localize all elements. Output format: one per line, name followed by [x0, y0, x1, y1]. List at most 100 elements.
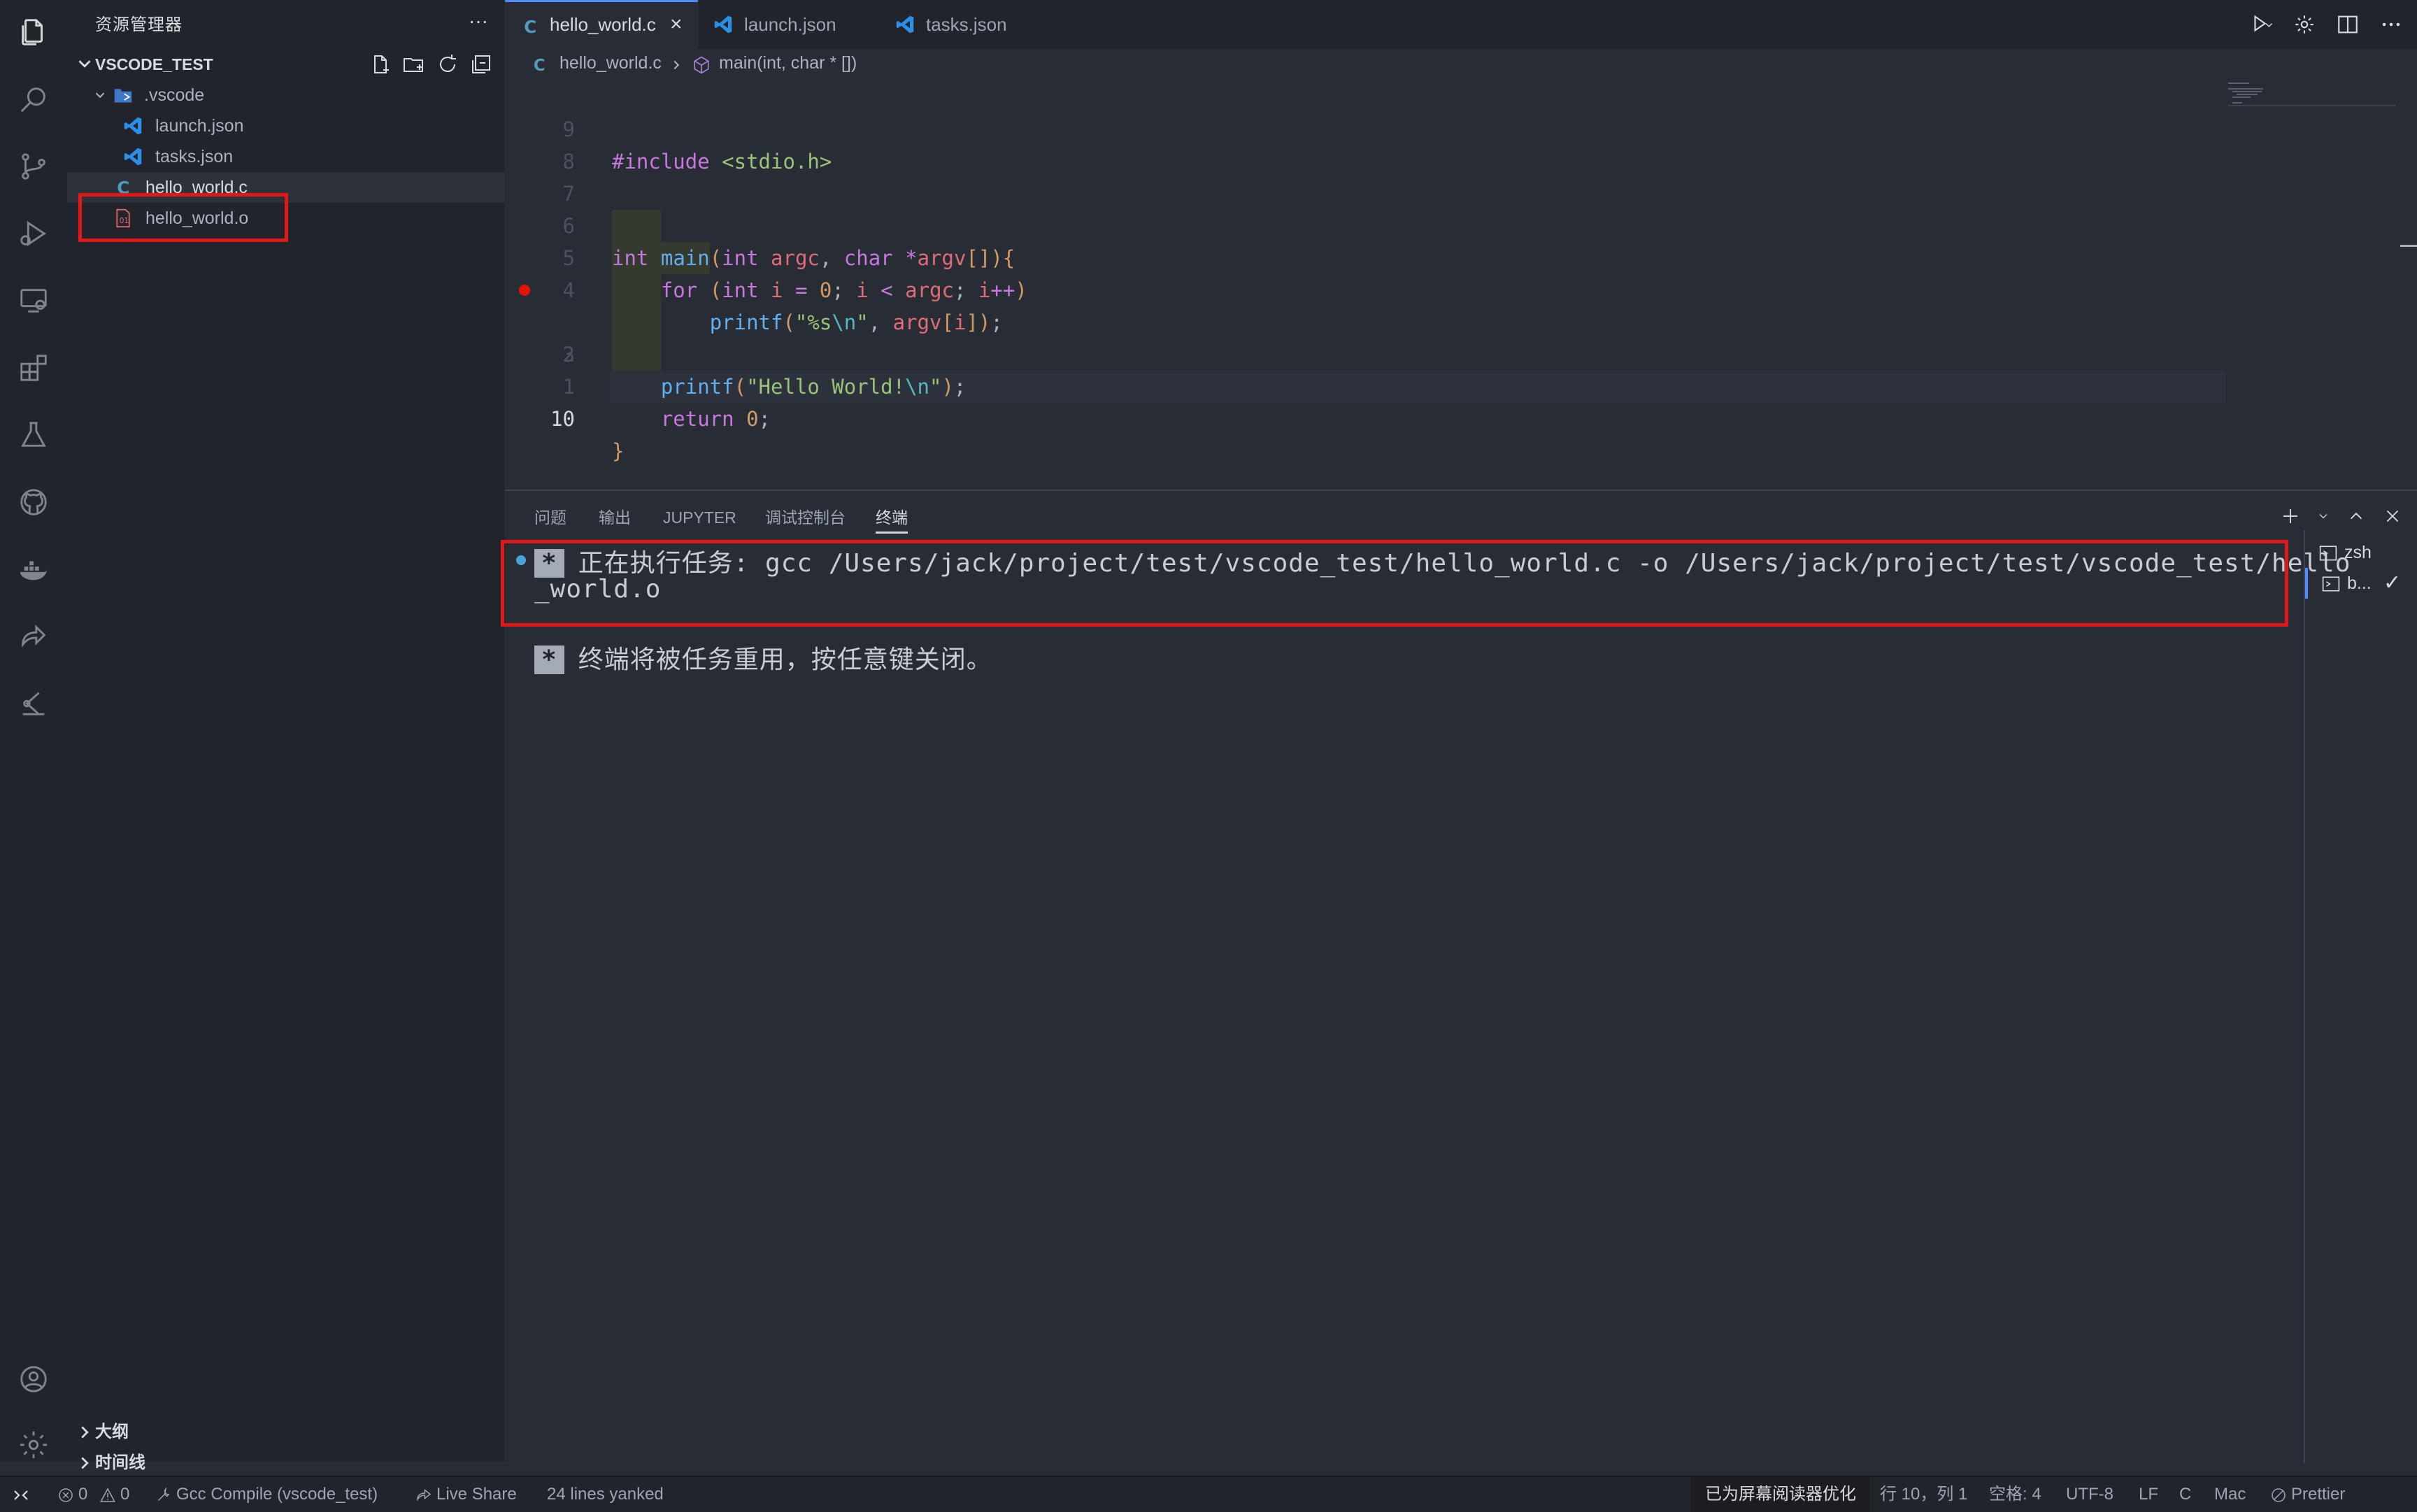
check-icon: ✓ — [2383, 571, 2402, 594]
chevron-down-icon[interactable] — [2316, 506, 2330, 527]
tab-output[interactable]: 输出 — [599, 504, 631, 532]
chevron-right-icon — [81, 1426, 89, 1439]
outline-label: 大纲 — [95, 1422, 129, 1441]
screen-reader-mode[interactable]: 已为屏幕阅读器优化 — [1691, 1477, 1870, 1512]
remote-explorer-icon[interactable] — [15, 283, 52, 319]
problems-indicator[interactable]: 0 0 — [57, 1477, 129, 1512]
vscode-json-icon — [124, 117, 142, 135]
source-control-icon[interactable] — [15, 148, 52, 185]
tab-terminal[interactable]: 终端 — [876, 504, 908, 534]
live-share-icon — [417, 1488, 432, 1502]
cursor-position[interactable]: 行 10，列 1 — [1880, 1477, 1967, 1512]
c-file-icon: C — [534, 57, 546, 74]
indentation[interactable]: 空格: 4 — [1989, 1477, 2041, 1512]
code-line: 4 printf("%s\n", argv[i]); — [505, 242, 2225, 334]
new-terminal-icon[interactable] — [2280, 506, 2301, 527]
timeline-section-header[interactable]: 时间线 — [67, 1448, 505, 1478]
tree-file-tasks-json[interactable]: tasks.json — [67, 141, 505, 172]
folder-vscode-icon — [114, 89, 132, 103]
workspace-header[interactable]: VSCODE_TEST — [67, 49, 505, 80]
collapse-all-icon[interactable] — [470, 53, 492, 76]
github-icon[interactable] — [15, 484, 52, 520]
terminal-list: zsh b... ✓ — [2304, 530, 2417, 1463]
remote-indicator[interactable] — [13, 1477, 34, 1512]
tab-tasks-json[interactable]: tasks.json — [880, 0, 1055, 49]
maximize-panel-icon[interactable] — [2346, 506, 2367, 527]
settings-gear-icon[interactable] — [15, 1427, 52, 1463]
encoding[interactable]: UTF-8 — [2066, 1477, 2113, 1512]
code-line: 9 #include <stdio.h> — [505, 81, 2225, 173]
tab-label: launch.json — [744, 14, 836, 35]
minimap[interactable] — [2228, 81, 2396, 123]
new-file-icon[interactable] — [369, 53, 392, 76]
terminal-item-zsh[interactable]: zsh — [2305, 537, 2417, 568]
terminal-item-label: b... — [2347, 573, 2372, 593]
breadcrumb-symbol[interactable]: main(int, char * []) — [719, 53, 857, 73]
gitlens-icon[interactable] — [15, 685, 52, 722]
tree-folder-vscode[interactable]: .vscode — [67, 80, 505, 110]
prettier-status[interactable]: Prettier — [2270, 1477, 2345, 1512]
outline-section-header[interactable]: 大纲 — [67, 1417, 505, 1448]
platform[interactable]: Mac — [2214, 1477, 2246, 1512]
chevron-right-icon — [673, 60, 680, 70]
prettier-label: Prettier — [2291, 1485, 2346, 1504]
run-debug-icon[interactable] — [15, 215, 52, 252]
code-line: 6 int main(int argc, char *argv[]){ — [505, 178, 2225, 270]
task-label: Gcc Compile (vscode_test) — [176, 1485, 378, 1504]
tools-icon — [157, 1487, 170, 1501]
tree-file-launch-json[interactable]: launch.json — [67, 110, 505, 141]
terminal-message: 终端将被任务重用，按任意键关闭。 — [578, 646, 992, 674]
explorer-more-actions-button[interactable]: ··· — [469, 10, 488, 32]
chevron-right-icon — [81, 1457, 89, 1469]
live-share-status[interactable]: Live Share — [415, 1477, 517, 1512]
editor-actions — [2249, 10, 2403, 39]
highlight-box — [78, 193, 288, 242]
run-debug-dropdown-icon[interactable] — [2249, 13, 2273, 36]
terminal-item-task[interactable]: b... ✓ — [2305, 568, 2417, 599]
tab-label: hello_world.c — [550, 14, 656, 35]
explorer-title: 资源管理器 — [95, 15, 183, 34]
new-folder-icon[interactable] — [403, 53, 425, 76]
explorer-sidebar: 资源管理器 ··· VSCODE_TEST .vscode launch.jso… — [67, 0, 506, 1472]
breadcrumb: C hello_world.c main(int, char * []) — [505, 49, 2417, 81]
tab-hello-world-c[interactable]: C hello_world.c × — [505, 0, 698, 49]
error-icon — [59, 1488, 73, 1502]
status-message: 24 lines yanked — [547, 1485, 664, 1504]
close-tab-icon[interactable]: × — [670, 2, 683, 47]
breadcrumb-file[interactable]: hello_world.c — [559, 53, 662, 73]
highlight-box — [501, 540, 2288, 627]
scrollbar-marker — [2400, 245, 2417, 247]
docker-icon[interactable] — [15, 551, 52, 587]
close-panel-icon[interactable] — [2382, 506, 2403, 527]
vscode-json-icon — [124, 148, 142, 166]
code-line: 1 return 0; — [505, 338, 2225, 431]
more-actions-icon[interactable] — [2379, 13, 2403, 36]
refresh-icon[interactable] — [436, 53, 459, 76]
warning-icon — [100, 1488, 116, 1502]
split-editor-icon[interactable] — [2336, 13, 2360, 36]
gear-icon[interactable] — [2293, 13, 2316, 36]
svg-text:C: C — [524, 17, 536, 36]
code-line: 8 — [505, 113, 2225, 173]
tab-problems[interactable]: 问题 — [534, 504, 566, 532]
workspace-name: VSCODE_TEST — [95, 55, 213, 73]
breakpoint-dot[interactable] — [519, 285, 530, 296]
tree-label: tasks.json — [155, 147, 234, 166]
line-number: 10 — [550, 407, 575, 431]
terminal-item-label: zsh — [2344, 543, 2372, 562]
tab-debug-console[interactable]: 调试控制台 — [765, 504, 846, 532]
language-mode[interactable]: C — [2179, 1477, 2191, 1512]
live-share-icon[interactable] — [15, 618, 52, 655]
task-indicator[interactable]: Gcc Compile (vscode_test) — [155, 1477, 378, 1512]
search-icon[interactable] — [15, 81, 52, 117]
explorer-icon[interactable] — [15, 14, 52, 50]
code-editor[interactable]: 9 #include <stdio.h> 8 7 6 int main(int … — [505, 81, 2417, 490]
end-of-line[interactable]: LF — [2139, 1477, 2158, 1512]
remote-icon — [14, 1490, 28, 1500]
accounts-icon[interactable] — [15, 1361, 52, 1397]
tab-jupyter[interactable]: JUPYTER — [663, 504, 736, 532]
extensions-icon[interactable] — [15, 350, 52, 386]
svg-text:C: C — [534, 57, 546, 74]
tab-launch-json[interactable]: launch.json — [698, 0, 880, 49]
testing-icon[interactable] — [15, 417, 52, 453]
